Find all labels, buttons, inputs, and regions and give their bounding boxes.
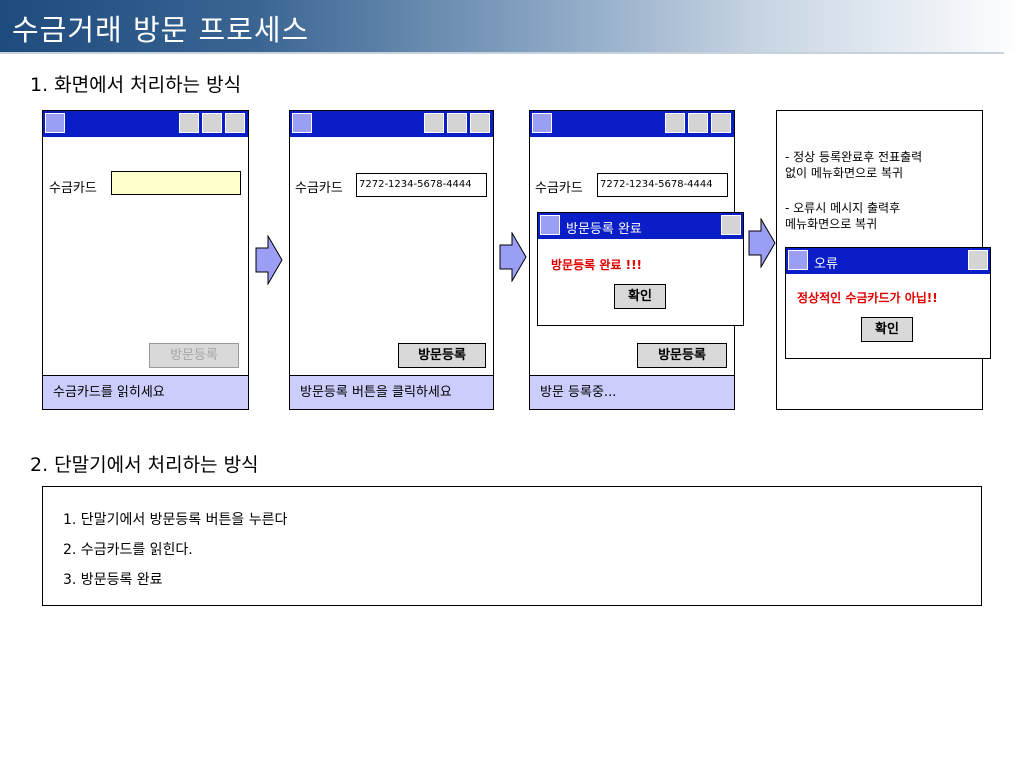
maximize-button[interactable] xyxy=(688,113,708,133)
window-app-icon xyxy=(45,113,65,133)
ok-button[interactable]: 확인 xyxy=(861,317,913,342)
card-label: 수금카드 xyxy=(535,181,583,196)
card-label: 수금카드 xyxy=(49,181,97,196)
dialog-app-icon xyxy=(788,250,808,270)
page-header: 수금거래 방문 프로세스 xyxy=(0,0,1024,52)
note-error-line1: - 오류시 메시지 출력후 xyxy=(785,201,901,215)
step-item: 3. 방문등록 완료 xyxy=(63,572,163,588)
header-divider xyxy=(0,52,1004,54)
close-button[interactable] xyxy=(470,113,490,133)
note-success-line2: 없이 메뉴화면으로 복귀 xyxy=(785,166,904,180)
dialog-app-icon xyxy=(540,215,560,235)
dialog-close-button[interactable] xyxy=(968,250,988,270)
minimize-button[interactable] xyxy=(179,113,199,133)
visit-register-button[interactable]: 방문등록 xyxy=(149,343,239,368)
page-title: 수금거래 방문 프로세스 xyxy=(12,13,310,47)
steps-box: 1. 단말기에서 방문등록 버튼을 누른다 2. 수금카드를 읽힌다. 3. 방… xyxy=(42,486,982,606)
dialog-title: 오류 xyxy=(814,257,838,272)
status-bar: 방문등록 버튼을 클릭하세요 xyxy=(290,375,493,409)
minimize-button[interactable] xyxy=(665,113,685,133)
arrow-right-icon xyxy=(748,218,776,268)
close-button[interactable] xyxy=(711,113,731,133)
note-success: - 정상 등록완료후 전표출력 없이 메뉴화면으로 복귀 xyxy=(785,149,922,181)
visit-register-button[interactable]: 방문등록 xyxy=(637,343,727,368)
dialog-message: 정상적인 수금카드가 아닙!! xyxy=(797,291,938,305)
note-error-line2: 메뉴화면으로 복귀 xyxy=(785,217,878,231)
status-bar: 수금카드를 읽히세요 xyxy=(43,375,248,409)
error-dialog: 오류 정상적인 수금카드가 아닙!! 확인 xyxy=(785,247,991,359)
card-label: 수금카드 xyxy=(295,181,343,196)
dialog-close-button[interactable] xyxy=(721,215,741,235)
window-titlebar xyxy=(43,111,248,137)
window-titlebar xyxy=(530,111,734,137)
maximize-button[interactable] xyxy=(447,113,467,133)
window-titlebar xyxy=(290,111,493,137)
maximize-button[interactable] xyxy=(202,113,222,133)
screen-1-window: 수금카드 방문등록 수금카드를 읽히세요 xyxy=(42,110,249,410)
card-input[interactable]: 7272-1234-5678-4444 xyxy=(356,173,487,197)
arrow-right-icon xyxy=(499,232,527,282)
window-app-icon xyxy=(292,113,312,133)
arrow-right-icon xyxy=(255,235,283,285)
status-bar: 방문 등록중... xyxy=(530,375,734,409)
ok-button[interactable]: 확인 xyxy=(614,284,666,309)
window-app-icon xyxy=(532,113,552,133)
dialog-title: 방문등록 완료 xyxy=(566,222,642,237)
note-success-line1: - 정상 등록완료후 전표출력 xyxy=(785,150,923,164)
step-item: 2. 수금카드를 읽힌다. xyxy=(63,542,193,558)
close-button[interactable] xyxy=(225,113,245,133)
section1-heading: 1. 화면에서 처리하는 방식 xyxy=(30,74,242,96)
screen-2-window: 수금카드 7272-1234-5678-4444 방문등록 방문등록 버튼을 클… xyxy=(289,110,494,410)
card-input[interactable]: 7272-1234-5678-4444 xyxy=(597,173,728,197)
section2-heading: 2. 단말기에서 처리하는 방식 xyxy=(30,454,259,476)
visit-register-button[interactable]: 방문등록 xyxy=(398,343,486,368)
card-input[interactable] xyxy=(111,171,241,195)
dialog-message: 방문등록 완료 !!! xyxy=(551,258,643,272)
complete-dialog: 방문등록 완료 방문등록 완료 !!! 확인 xyxy=(537,212,744,326)
note-error: - 오류시 메시지 출력후 메뉴화면으로 복귀 xyxy=(785,200,900,232)
minimize-button[interactable] xyxy=(424,113,444,133)
dialog-titlebar: 오류 xyxy=(786,248,990,274)
step-item: 1. 단말기에서 방문등록 버튼을 누른다 xyxy=(63,512,288,528)
dialog-titlebar: 방문등록 완료 xyxy=(538,213,743,239)
